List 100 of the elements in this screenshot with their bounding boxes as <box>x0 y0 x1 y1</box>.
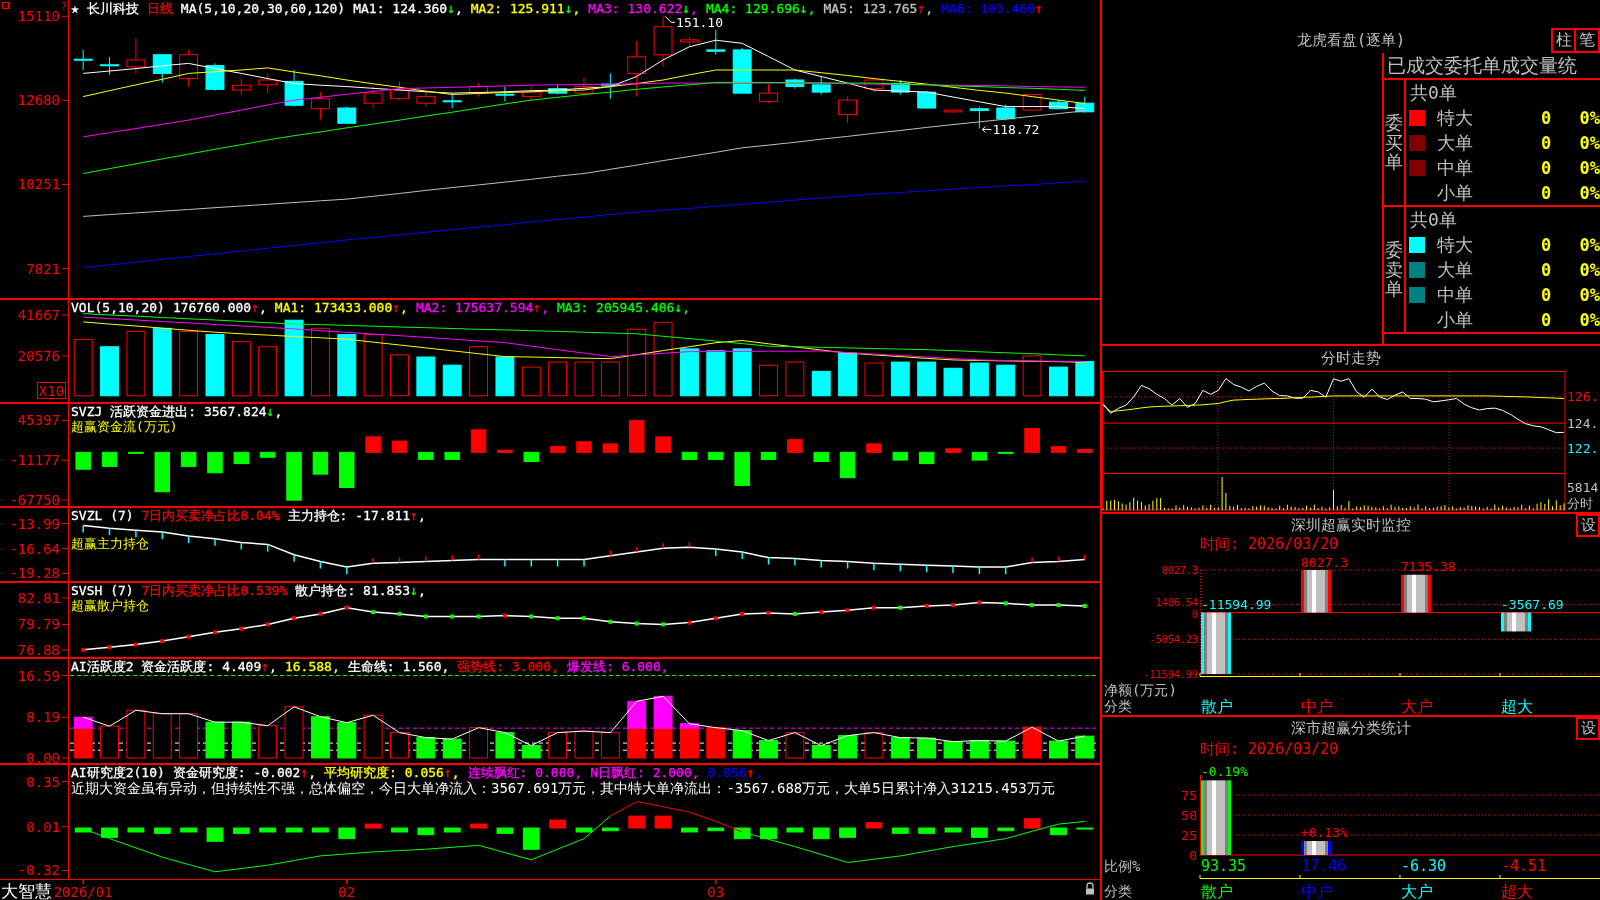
order-share: 0% <box>1579 107 1600 128</box>
legend-label: MA3: 205945.406↓, <box>557 300 691 315</box>
category-label: 散户 <box>1201 696 1233 715</box>
legend-label: SVZL (7) <box>71 508 134 523</box>
order-type: 小单 <box>1437 180 1473 205</box>
panel-title: 深圳超赢实时监控 <box>1291 516 1411 535</box>
legend-label: MA6: 103.460↑ <box>941 1 1043 16</box>
axis-label: -16.64 <box>9 540 60 557</box>
order-share: 0% <box>1579 157 1600 178</box>
date-label: 02 <box>338 884 356 900</box>
category-label: 中户 <box>1301 696 1333 715</box>
axis-label: -11177 <box>9 452 60 469</box>
axis-label: 12680 <box>17 92 60 109</box>
value-label: -6.30 <box>1401 857 1447 875</box>
panel-title: 龙虎看盘(逐单) <box>1296 31 1406 50</box>
legend-label: 爆发线: 6.000, <box>567 659 669 674</box>
legend-label: MA3: 130.622↓, <box>588 1 698 16</box>
axis-label: 0.35 <box>26 773 60 790</box>
question-mark: ? <box>60 0 68 13</box>
panel-title: 分时走势 <box>1321 348 1381 368</box>
panel-subtitle: 超赢资金流(万元) <box>71 419 178 434</box>
legend-label: 生命线: 1.560, <box>347 659 450 674</box>
summary-text: 近期大资金虽有异动，但持续性不强，总体偏空，今日大单净流入：3567.691万元，其中特大单净流出：-3567.688万元，大单5日累计净入31215.453万元 <box>71 780 1055 796</box>
legend-label: 长川科技 <box>86 1 139 16</box>
order-share: 0% <box>1579 309 1600 330</box>
order-total: 共0单 <box>1410 207 1457 232</box>
volume-scale-label: 5814 <box>1567 479 1599 495</box>
group-label: 委卖单 <box>1385 239 1403 300</box>
category-label: 超大 <box>1501 696 1533 715</box>
axis-label: 0 <box>1189 847 1197 863</box>
axis-label: -0.32 <box>17 862 60 879</box>
order-total: 共0单 <box>1410 80 1457 105</box>
legend-label: MA5: 123.765↑, <box>823 1 934 16</box>
time-label: 时间: 2026/03/20 <box>1200 534 1339 554</box>
order-share: 0% <box>1579 132 1600 153</box>
legend-label: 资金活跃度: 4.409↑, <box>141 659 277 674</box>
order-count: 0 <box>1540 284 1552 305</box>
legend-label: 散户持仓: 81.853↓, <box>295 583 426 598</box>
category-label: 大户 <box>1401 881 1433 900</box>
app-logo: 大智慧 <box>1 881 52 900</box>
axis-label: 25 <box>1181 827 1197 843</box>
legend-label: SVZJ <box>71 404 103 419</box>
legend-label: 7日内买卖净占比0.04% <box>141 508 280 523</box>
legend-label: MA4: 129.696↓, <box>705 1 816 16</box>
category-label: 大户 <box>1401 696 1433 715</box>
group-label: 委买单 <box>1385 112 1403 173</box>
legend-label: MA(5,10,20,30,60,120) <box>180 1 346 16</box>
legend-label: 16.588, <box>284 659 340 674</box>
axis-label: 82.81 <box>17 589 60 606</box>
legend-label: 资金研究度: -0.002↑, <box>172 765 317 780</box>
order-count: 0 <box>1540 157 1552 178</box>
axis-label: 79.79 <box>17 616 60 633</box>
legend-label: MA2: 125.911↓, <box>470 1 581 16</box>
order-type: 大单 <box>1437 257 1473 282</box>
axis-label: -11594.99 <box>1143 668 1198 680</box>
order-type: 小单 <box>1437 307 1473 332</box>
order-type: 特大 <box>1437 105 1473 130</box>
panel-subtitle: 超赢主力持仓 <box>71 536 149 551</box>
legend-label: MA1: 173433.000↑, <box>274 300 408 315</box>
axis-label: 16.59 <box>17 667 60 684</box>
axis-label: 50 <box>1181 807 1197 823</box>
axis-label: -19.28 <box>9 565 60 582</box>
axis-title: 净额(万元) <box>1104 682 1177 698</box>
order-share: 0% <box>1579 234 1600 255</box>
axis-title: 比例% <box>1104 858 1141 874</box>
legend-label: 平均研究度: 0.056↑, <box>324 765 460 780</box>
axis-label: 126. <box>1567 389 1599 405</box>
legend-label: 7日内买卖净占比0.539% <box>141 583 288 598</box>
axis-label: 41667 <box>17 307 60 323</box>
price-label: 118.72 <box>992 121 1040 137</box>
legend-label: 0.056↑, <box>707 765 763 780</box>
time-label: 时间: 2026/03/20 <box>1200 739 1339 759</box>
change-label: +0.13% <box>1301 824 1348 840</box>
order-count: 0 <box>1540 107 1552 128</box>
axis-title: 分类 <box>1104 698 1132 714</box>
table-title: 已成交委托单成交量统 <box>1387 54 1577 76</box>
value-label: 93.35 <box>1201 857 1247 875</box>
panel-subtitle: 超赢散户持仓 <box>71 598 149 613</box>
change-label: -0.19% <box>1201 763 1248 779</box>
axis-label: 7821 <box>26 260 60 277</box>
order-count: 0 <box>1540 132 1552 153</box>
order-count: 0 <box>1540 182 1552 203</box>
category-label: 超大 <box>1501 881 1533 900</box>
order-type: 中单 <box>1437 282 1473 307</box>
order-share: 0% <box>1579 259 1600 280</box>
mode-label: 分时 <box>1567 495 1593 511</box>
legend-label: MA1: 124.360↓, <box>353 1 463 16</box>
value-label: 17.46 <box>1301 857 1347 875</box>
legend-label: AI活跃度2 <box>71 659 134 674</box>
axis-label: 124. <box>1567 415 1599 431</box>
data-label: -11594.99 <box>1201 597 1272 613</box>
legend-label: VOL(5,10,20) <box>71 300 165 315</box>
order-type: 特大 <box>1437 232 1473 257</box>
date-label: 2026/01 <box>53 884 113 900</box>
date-label: 03 <box>707 884 725 900</box>
legend-label: 强势线: 3.000, <box>457 659 559 674</box>
order-count: 0 <box>1540 259 1552 280</box>
legend-label: MA2: 175637.594↑, <box>415 300 549 315</box>
star-icon: ★ <box>71 1 79 16</box>
order-share: 0% <box>1579 284 1600 305</box>
